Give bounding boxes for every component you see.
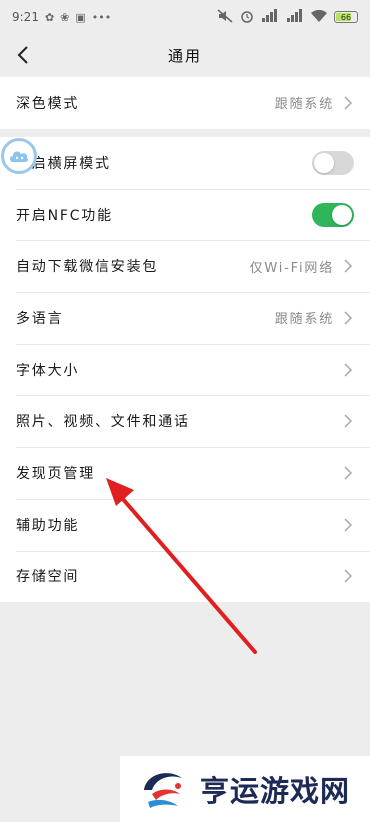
- nfc-row: 开启NFC功能: [0, 188, 370, 241]
- chevron-right-icon: [342, 310, 354, 326]
- notification-icon: ▣: [75, 10, 86, 24]
- status-bar: 9:21 ✿ ❀ ▣ ••• 66: [0, 0, 370, 34]
- signal-icon: [286, 9, 304, 25]
- alarm-icon: [240, 9, 254, 26]
- battery-level: 66: [340, 12, 352, 22]
- nfc-toggle[interactable]: [312, 202, 354, 227]
- watermark-logo-icon: [144, 773, 182, 808]
- chevron-right-icon: [342, 568, 354, 584]
- back-arrow-icon: [17, 46, 28, 64]
- discover-management-label: 发现页管理: [16, 465, 95, 482]
- chevron-right-icon: [342, 258, 354, 274]
- floating-assistant-button[interactable]: [1, 138, 37, 174]
- settings-group-general: 开启横屏模式 开启NFC功能 自动下载微信安装包 仅Wi-Fi网络 多语言 跟随…: [0, 137, 370, 603]
- page-title: 通用: [167, 46, 202, 65]
- dark-mode-row[interactable]: 深色模式 跟随系统: [0, 77, 370, 129]
- notification-icon: ❀: [60, 10, 70, 24]
- chevron-right-icon: [342, 517, 354, 533]
- accessibility-label: 辅助功能: [16, 517, 80, 534]
- landscape-mode-toggle[interactable]: [312, 150, 354, 175]
- signal-icon: [261, 9, 279, 25]
- wifi-icon: [311, 9, 327, 25]
- status-time: 9:21: [12, 10, 39, 24]
- battery-icon: 66: [334, 11, 358, 23]
- discover-management-row[interactable]: 发现页管理: [0, 447, 370, 499]
- chevron-right-icon: [342, 413, 354, 429]
- language-row[interactable]: 多语言 跟随系统: [0, 292, 370, 344]
- landscape-mode-row: 开启横屏模式: [0, 137, 370, 189]
- watermark-text: 亨运游戏网: [200, 774, 351, 808]
- storage-row[interactable]: 存储空间: [0, 550, 370, 603]
- font-size-row[interactable]: 字体大小: [0, 343, 370, 396]
- accessibility-row[interactable]: 辅助功能: [0, 498, 370, 551]
- chevron-right-icon: [342, 95, 354, 111]
- media-files-calls-label: 照片、视频、文件和通话: [16, 414, 190, 431]
- font-size-label: 字体大小: [16, 362, 80, 379]
- auto-download-value: 仅Wi-Fi网络: [249, 260, 334, 276]
- auto-download-label: 自动下载微信安装包: [16, 259, 159, 276]
- language-label: 多语言: [16, 310, 64, 327]
- chevron-right-icon: [342, 362, 354, 378]
- cloud-face-icon: [10, 151, 29, 162]
- dark-mode-label: 深色模式: [16, 95, 80, 112]
- storage-label: 存储空间: [16, 569, 80, 586]
- nav-bar: 通用: [0, 34, 370, 76]
- more-notifications-icon: •••: [91, 10, 112, 24]
- dark-mode-value: 跟随系统: [274, 97, 334, 113]
- auto-download-row[interactable]: 自动下载微信安装包 仅Wi-Fi网络: [0, 240, 370, 292]
- settings-group-display: 深色模式 跟随系统: [0, 77, 370, 129]
- notification-icon: ✿: [44, 10, 55, 24]
- nfc-label: 开启NFC功能: [16, 207, 113, 224]
- media-files-calls-row[interactable]: 照片、视频、文件和通话: [0, 395, 370, 447]
- back-button[interactable]: [8, 40, 38, 70]
- chevron-right-icon: [342, 465, 354, 481]
- mute-icon: [217, 8, 233, 26]
- language-value: 跟随系统: [274, 312, 334, 328]
- site-watermark: 亨运游戏网: [120, 756, 370, 822]
